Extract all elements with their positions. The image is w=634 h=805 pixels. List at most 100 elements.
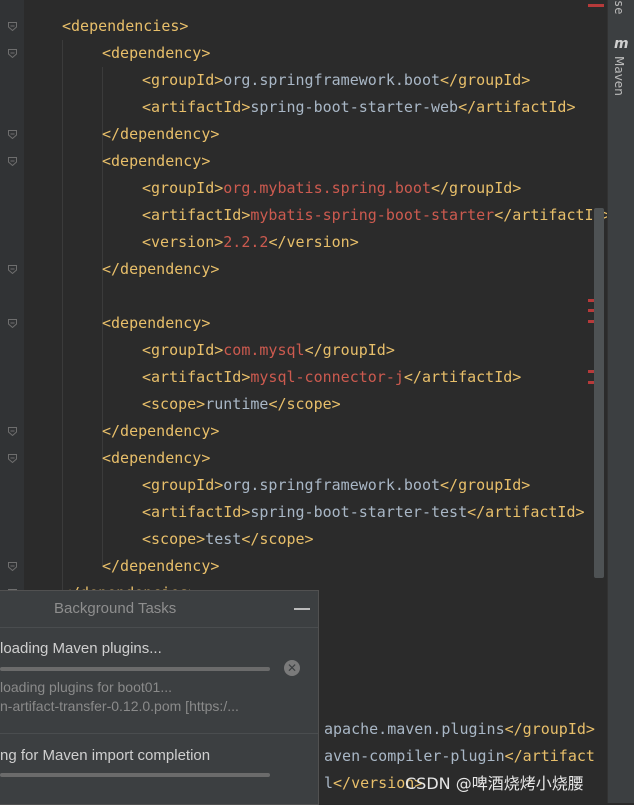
- xml-value: org.mybatis.spring.boot: [223, 179, 431, 197]
- xml-tag: <artifactId>: [142, 503, 251, 521]
- xml-value: mysql-connector-j: [250, 368, 404, 386]
- code-line: aven-compiler-plugin</artifact: [324, 743, 595, 770]
- fold-toggle-icon[interactable]: [8, 562, 17, 571]
- code-line: <scope>test</scope>: [142, 526, 314, 553]
- xml-tag: <dependency>: [102, 314, 211, 332]
- xml-tag: </groupId>: [440, 476, 531, 494]
- xml-tag: <groupId>: [142, 71, 224, 89]
- code-line: <dependency>: [102, 148, 210, 175]
- code-line: apache.maven.plugins</groupId>: [324, 716, 595, 743]
- xml-tag: </artifactId>: [403, 368, 522, 386]
- xml-value: com.mysql: [223, 341, 305, 359]
- vertical-scrollbar[interactable]: [594, 208, 604, 578]
- code-line: <dependency>: [102, 40, 210, 67]
- xml-tag: </groupId>: [504, 720, 595, 738]
- background-tasks-header: Background Tasks: [0, 591, 318, 627]
- database-tab-label[interactable]: se: [612, 0, 626, 14]
- code-line: <artifactId>mysql-connector-j</artifactI…: [142, 364, 521, 391]
- xml-value: runtime: [205, 395, 269, 413]
- xml-tag: <artifactId>: [142, 368, 251, 386]
- xml-tag: </scope>: [241, 530, 314, 548]
- xml-tag: <scope>: [142, 395, 206, 413]
- error-stripe-marker[interactable]: [588, 4, 604, 7]
- divider: [0, 627, 318, 628]
- cancel-task-icon[interactable]: ✕: [284, 660, 300, 676]
- code-line: <artifactId>mybatis-spring-boot-starter<…: [142, 202, 607, 229]
- xml-tag: <scope>: [142, 530, 206, 548]
- xml-tag: <groupId>: [142, 476, 224, 494]
- xml-value: l: [324, 774, 334, 792]
- xml-tag: <version>: [142, 233, 224, 251]
- code-line: <version>2.2.2</version>: [142, 229, 359, 256]
- xml-value: mybatis-spring-boot-starter: [250, 206, 495, 224]
- indent-guide: [62, 40, 63, 590]
- xml-tag: <groupId>: [142, 179, 224, 197]
- xml-tag: </dependency>: [102, 557, 220, 575]
- divider: [0, 733, 318, 734]
- xml-tag: </dependency>: [102, 422, 220, 440]
- xml-value: aven-compiler-plugin: [324, 747, 505, 765]
- code-line: <groupId>org.mybatis.spring.boot</groupI…: [142, 175, 521, 202]
- xml-tag: <groupId>: [142, 341, 224, 359]
- task-progress-bar: [0, 667, 270, 671]
- xml-tag: <dependency>: [102, 152, 211, 170]
- fold-toggle-icon[interactable]: [8, 454, 17, 463]
- fold-toggle-icon[interactable]: [8, 157, 17, 166]
- task-title: ng for Maven import completion: [0, 747, 211, 764]
- xml-tag: </artifact: [504, 747, 595, 765]
- xml-value: test: [205, 530, 242, 548]
- code-line: </dependency>: [102, 256, 219, 283]
- code-line: <dependency>: [102, 445, 210, 472]
- xml-tag: </version>: [268, 233, 359, 251]
- code-line: </dependency>: [102, 121, 219, 148]
- fold-toggle-icon[interactable]: [8, 22, 17, 31]
- minimize-icon[interactable]: [294, 608, 310, 610]
- code-line: </dependency>: [102, 553, 219, 580]
- code-line: <artifactId>spring-boot-starter-web</art…: [142, 94, 576, 121]
- code-line: <dependencies>: [62, 13, 188, 40]
- xml-tag: </artifactId>: [494, 206, 607, 224]
- task-progress-bar: [0, 773, 270, 777]
- xml-value: org.springframework.boot: [223, 71, 441, 89]
- code-line: <artifactId>spring-boot-starter-test</ar…: [142, 499, 585, 526]
- xml-value: spring-boot-starter-web: [250, 98, 459, 116]
- xml-value: 2.2.2: [223, 233, 269, 251]
- xml-tag: </artifactId>: [458, 98, 576, 116]
- xml-tag: </groupId>: [440, 71, 531, 89]
- xml-tag: </dependency>: [102, 125, 220, 143]
- xml-tag: <dependencies>: [62, 17, 189, 35]
- background-tasks-popup: Background Tasks loading Maven plugins..…: [0, 590, 319, 805]
- xml-tag: </scope>: [268, 395, 341, 413]
- xml-tag: <dependency>: [102, 44, 211, 62]
- code-line: </dependency>: [102, 418, 219, 445]
- task-subtitle: loading plugins for boot01...: [0, 679, 173, 695]
- xml-value: spring-boot-starter-test: [250, 503, 468, 521]
- background-tasks-list: loading Maven plugins... ✕ loading plugi…: [0, 627, 318, 804]
- xml-value: org.springframework.boot: [223, 476, 441, 494]
- fold-toggle-icon[interactable]: [8, 427, 17, 436]
- fold-toggle-icon[interactable]: [8, 49, 17, 58]
- maven-tab-label: Maven: [612, 56, 626, 96]
- task-detail: n-artifact-transfer-0.12.0.pom [https:/.…: [0, 698, 239, 714]
- code-line: <groupId>org.springframework.boot</group…: [142, 67, 530, 94]
- code-line: <dependency>: [102, 310, 210, 337]
- code-line: <groupId>com.mysql</groupId>: [142, 337, 395, 364]
- xml-tag: <dependency>: [102, 449, 211, 467]
- code-line: <groupId>org.springframework.boot</group…: [142, 472, 530, 499]
- xml-tag: <artifactId>: [142, 206, 251, 224]
- fold-toggle-icon[interactable]: [8, 130, 17, 139]
- xml-value: apache.maven.plugins: [324, 720, 505, 738]
- xml-tag: </groupId>: [304, 341, 395, 359]
- xml-tag: </groupId>: [431, 179, 522, 197]
- task-title: loading Maven plugins...: [0, 640, 162, 657]
- fold-toggle-icon[interactable]: [8, 265, 17, 274]
- maven-tool-window-tab[interactable]: m Maven: [608, 34, 634, 104]
- background-tasks-title: Background Tasks: [54, 600, 177, 617]
- watermark: CSDN @啤酒烧烤小烧腰: [405, 774, 584, 793]
- xml-tag: </artifactId>: [467, 503, 585, 521]
- code-line: <scope>runtime</scope>: [142, 391, 341, 418]
- xml-tag: <artifactId>: [142, 98, 251, 116]
- fold-toggle-icon[interactable]: [8, 319, 17, 328]
- maven-icon: m: [614, 36, 629, 52]
- right-tool-window-bar: se m Maven: [607, 0, 634, 803]
